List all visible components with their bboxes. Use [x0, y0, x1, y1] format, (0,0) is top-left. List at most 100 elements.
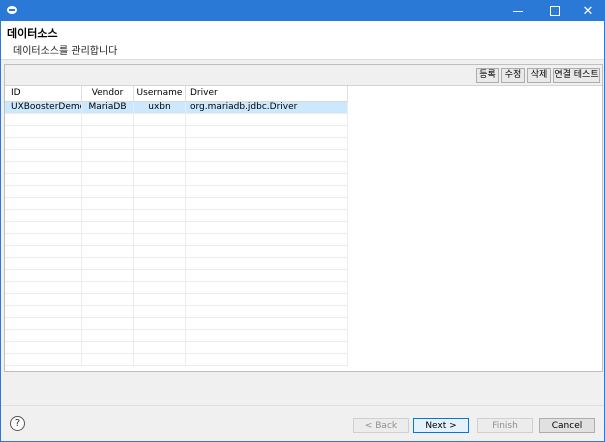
cell-id	[5, 150, 82, 161]
column-header-driver[interactable]: Driver	[186, 86, 348, 101]
cell-id	[5, 114, 82, 125]
cell-vendor	[82, 330, 134, 341]
cell-username	[134, 318, 186, 329]
cell-vendor	[82, 246, 134, 257]
table-row[interactable]	[5, 270, 348, 282]
table-row[interactable]	[5, 330, 348, 342]
table-row[interactable]: UXBoosterDemo MariaDB uxbn org.mariadb.jdbc…	[5, 102, 348, 114]
table-row[interactable]	[5, 150, 348, 162]
cell-vendor	[82, 234, 134, 245]
table-row[interactable]	[5, 174, 348, 186]
table-row[interactable]	[5, 114, 348, 126]
table-row[interactable]	[5, 294, 348, 306]
cell-id	[5, 162, 82, 173]
table-row[interactable]	[5, 138, 348, 150]
table-row[interactable]	[5, 234, 348, 246]
cell-vendor	[82, 294, 134, 305]
table-row[interactable]	[5, 126, 348, 138]
cell-driver	[186, 222, 348, 233]
cell-username	[134, 270, 186, 281]
connection-test-button[interactable]: 연결 테스트	[553, 68, 600, 83]
cell-id	[5, 186, 82, 197]
cell-username	[134, 306, 186, 317]
column-header-id[interactable]: ID	[5, 86, 82, 101]
cell-driver: org.mariadb.jdbc.Driver	[186, 102, 348, 113]
cell-vendor	[82, 126, 134, 137]
help-icon[interactable]: ?	[10, 416, 25, 431]
datasource-panel: 등록 수정 삭제 연결 테스트 ID Vendor Username Drive…	[4, 64, 603, 372]
table-row[interactable]	[5, 222, 348, 234]
cell-driver	[186, 114, 348, 125]
page-description: 데이터소스를 관리합니다	[13, 46, 118, 57]
back-button[interactable]: < Back	[353, 418, 409, 433]
wizard-header: 데이터소스 데이터소스를 관리합니다	[1, 21, 604, 60]
cell-vendor	[82, 222, 134, 233]
next-button[interactable]: Next >	[413, 418, 469, 433]
close-button[interactable]: ✕	[571, 1, 605, 21]
register-button[interactable]: 등록	[476, 68, 499, 83]
cell-username	[134, 174, 186, 185]
cell-vendor	[82, 138, 134, 149]
finish-button[interactable]: Finish	[477, 418, 533, 433]
edit-button[interactable]: 수정	[501, 68, 525, 83]
cell-driver	[186, 234, 348, 245]
maximize-button[interactable]	[538, 1, 572, 21]
cell-driver	[186, 186, 348, 197]
cell-driver	[186, 126, 348, 137]
cell-username	[134, 126, 186, 137]
cell-vendor	[82, 342, 134, 353]
cell-id	[5, 342, 82, 353]
column-header-vendor[interactable]: Vendor	[82, 86, 134, 101]
cell-username	[134, 114, 186, 125]
cell-username	[134, 198, 186, 209]
cell-username	[134, 222, 186, 233]
table-row[interactable]	[5, 258, 348, 270]
cell-vendor	[82, 162, 134, 173]
cell-id	[5, 234, 82, 245]
cell-driver	[186, 162, 348, 173]
table-row[interactable]	[5, 198, 348, 210]
cell-driver	[186, 342, 348, 353]
cell-username	[134, 186, 186, 197]
title-bar: ✕	[1, 1, 604, 21]
table-row[interactable]	[5, 246, 348, 258]
table-row[interactable]	[5, 186, 348, 198]
cell-id	[5, 174, 82, 185]
column-header-username[interactable]: Username	[134, 86, 186, 101]
table-row[interactable]	[5, 282, 348, 294]
cell-driver	[186, 270, 348, 281]
cell-id	[5, 306, 82, 317]
cell-username	[134, 210, 186, 221]
cell-id	[5, 138, 82, 149]
table-row[interactable]	[5, 162, 348, 174]
table-row[interactable]	[5, 354, 348, 366]
table-row[interactable]	[5, 306, 348, 318]
table-row[interactable]	[5, 342, 348, 354]
cell-driver	[186, 354, 348, 365]
cell-id	[5, 246, 82, 257]
cell-driver	[186, 294, 348, 305]
minimize-button[interactable]	[501, 1, 535, 21]
cell-vendor	[82, 150, 134, 161]
cell-id	[5, 198, 82, 209]
datasource-table[interactable]: ID Vendor Username Driver UXBoosterDemo M…	[5, 85, 602, 371]
cell-username	[134, 162, 186, 173]
cell-id	[5, 330, 82, 341]
cell-vendor	[82, 318, 134, 329]
cell-driver	[186, 246, 348, 257]
cell-id	[5, 222, 82, 233]
delete-button[interactable]: 삭제	[527, 68, 551, 83]
table-row[interactable]	[5, 318, 348, 330]
cell-driver	[186, 198, 348, 209]
cell-id	[5, 210, 82, 221]
cell-id: UXBoosterDemo	[5, 102, 82, 113]
cell-username	[134, 282, 186, 293]
cancel-button[interactable]: Cancel	[539, 418, 595, 433]
close-icon: ✕	[582, 4, 594, 19]
cell-username	[134, 258, 186, 269]
cell-username	[134, 138, 186, 149]
cell-id	[5, 270, 82, 281]
table-row[interactable]	[5, 210, 348, 222]
cell-driver	[186, 174, 348, 185]
cell-id	[5, 258, 82, 269]
